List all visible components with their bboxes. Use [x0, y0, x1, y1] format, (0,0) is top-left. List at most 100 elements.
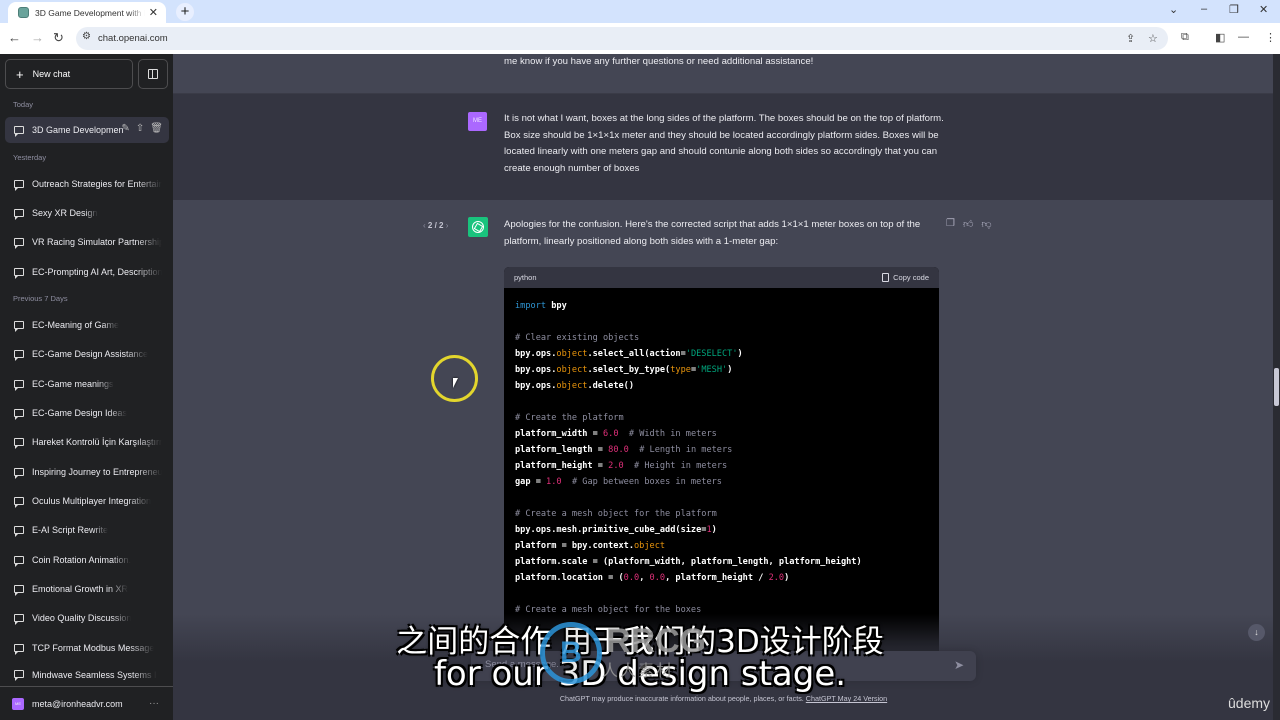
- code-line: bpy.ops.object.delete(): [515, 381, 635, 391]
- share-icon[interactable]: ⇧: [136, 123, 144, 134]
- sidebar-chat-item[interactable]: Sexy XR Design: [5, 200, 169, 226]
- edit-pencil-icon[interactable]: ✎: [122, 123, 130, 134]
- sidebar-chat-item[interactable]: EC-Game Design Assistance: [5, 341, 169, 367]
- clipboard-icon: [882, 273, 890, 282]
- sidebar-chat-item[interactable]: EC-Meaning of Game: [5, 312, 169, 338]
- new-chat-label: New chat: [32, 69, 71, 79]
- close-tab-icon[interactable]: ✕: [149, 6, 158, 19]
- chat-bubble-icon: [14, 526, 24, 537]
- url-text[interactable]: chat.openai.com: [98, 33, 168, 44]
- next-response-icon[interactable]: ›: [446, 221, 449, 230]
- close-window-icon[interactable]: ✕: [1259, 3, 1268, 16]
- sidebar-chat-item[interactable]: Hareket Kontrolü İçin Karşılaştırma: [5, 429, 169, 455]
- collapse-sidebar-button[interactable]: [138, 59, 168, 89]
- sidebar-chat-item[interactable]: Inspiring Journey to Entrepreneurship: [5, 459, 169, 485]
- message-actions: ❐ 👍︎ 👎︎: [946, 218, 992, 230]
- plus-icon: +: [16, 66, 24, 82]
- bookmark-star-icon[interactable]: ☆: [1148, 32, 1158, 45]
- sidebar-chat-item-active[interactable]: 3D Game Development with Blender ✎ ⇧ 🗑: [5, 117, 169, 143]
- chat-bubble-icon: [14, 438, 24, 449]
- site-info-icon[interactable]: ⚙: [82, 31, 91, 42]
- extensions-icon[interactable]: ⧉: [1181, 31, 1189, 44]
- code-line: platform = bpy.context.object: [515, 541, 666, 551]
- scrollbar-thumb[interactable]: [1274, 368, 1279, 406]
- sidebar-chat-item[interactable]: Coin Rotation Animation.: [5, 547, 169, 573]
- new-chat-button[interactable]: + New chat: [5, 59, 133, 89]
- code-line: # Create a mesh object for the platform: [515, 509, 717, 519]
- chat-label: VR Racing Simulator Partnership: [32, 237, 162, 247]
- prev-response-icon[interactable]: ‹: [423, 221, 426, 230]
- chat-bubble-icon: [14, 268, 24, 279]
- section-label-yesterday: Yesterday: [13, 153, 47, 162]
- message-text: me know if you have any further question…: [504, 56, 814, 67]
- browser-menu-icon[interactable]: ⋮: [1265, 31, 1276, 44]
- watermark-text: RRCG: [606, 622, 707, 660]
- code-block: python Copy code import bpy # Clear exis…: [504, 267, 939, 667]
- openai-logo-icon: [472, 221, 484, 233]
- chat-bubble-icon: [14, 126, 24, 137]
- user-avatar: ME: [12, 697, 24, 710]
- mouse-cursor-icon: [453, 378, 461, 388]
- chat-label: EC-Game Design Ideas: [32, 408, 128, 418]
- assistant-message-text: Apologies for the confusion. Here's the …: [504, 219, 921, 247]
- section-label-today: Today: [13, 100, 34, 109]
- version-link[interactable]: ChatGPT May 24 Version: [806, 694, 887, 703]
- disclaimer-text: ChatGPT may produce inaccurate informati…: [559, 694, 804, 703]
- chat-bubble-icon: [14, 209, 24, 220]
- chat-label: Oculus Multiplayer Integration: [32, 496, 152, 506]
- user-message-text: It is not what I want, boxes at the long…: [504, 113, 944, 174]
- chat-label: Outreach Strategies for Entertainment: [32, 179, 162, 189]
- watermark-logo-icon: B: [540, 622, 602, 684]
- user-avatar: ME: [468, 112, 487, 131]
- reload-icon[interactable]: ↻: [53, 30, 64, 46]
- url-bar[interactable]: ⚙ chat.openai.com ⇪ ☆: [76, 27, 1168, 50]
- forward-icon[interactable]: →: [31, 30, 44, 45]
- sidebar-chat-item[interactable]: EC-Game Design Ideas: [5, 400, 169, 426]
- browser-tab[interactable]: 3D Game Development with Blender ✕: [8, 2, 166, 23]
- code-header: python Copy code: [504, 267, 939, 288]
- code-line: platform_length = 80.0 # Length in meter…: [515, 445, 733, 455]
- chat-label: Inspiring Journey to Entrepreneurship: [32, 467, 162, 477]
- new-tab-button[interactable]: +: [176, 3, 194, 21]
- sidebar-chat-item[interactable]: Emotional Growth in XR: [5, 576, 169, 602]
- chat-label: Sexy XR Design: [32, 208, 98, 218]
- pager-count: 2 / 2: [427, 221, 444, 230]
- copy-icon[interactable]: ❐: [946, 218, 955, 230]
- sidebar-chat-item[interactable]: E-AI Script Rewrite: [5, 517, 169, 543]
- chat-bubble-icon: [14, 468, 24, 479]
- address-bar-row: ← → ↻ ⚙ chat.openai.com ⇪ ☆ ⧉ ◧ — ⋮: [0, 23, 1280, 54]
- back-icon[interactable]: ←: [8, 30, 21, 45]
- disclaimer: ChatGPT may produce inaccurate informati…: [471, 694, 976, 703]
- minimize-icon[interactable]: –: [1201, 3, 1207, 15]
- watermark-subtext: 人人素材: [602, 663, 675, 680]
- more-options-icon[interactable]: ···: [149, 698, 159, 709]
- copy-code-label: Copy code: [893, 273, 929, 282]
- response-pager: ‹ 2 / 2 ›: [423, 221, 448, 230]
- chat-label: 3D Game Development with Blender: [32, 125, 124, 135]
- chat-bubble-icon: [14, 497, 24, 508]
- sidebar-chat-item[interactable]: VR Racing Simulator Partnership: [5, 229, 169, 255]
- tab-search-icon[interactable]: ⌄: [1169, 3, 1178, 16]
- profile-icon[interactable]: —: [1238, 31, 1249, 43]
- user-email: meta@ironheadvr.com: [32, 698, 123, 709]
- code-line: platform.scale = (platform_width, platfo…: [515, 557, 862, 567]
- code-line: bpy.ops.object.select_by_type(type='MESH…: [515, 365, 733, 375]
- sidebar-chat-item[interactable]: Oculus Multiplayer Integration: [5, 488, 169, 514]
- chat-bubble-icon: [14, 180, 24, 191]
- restore-icon[interactable]: ❐: [1229, 3, 1239, 16]
- trash-icon[interactable]: 🗑: [150, 123, 163, 134]
- sidebar-chat-item[interactable]: Outreach Strategies for Entertainment: [5, 171, 169, 197]
- share-icon[interactable]: ⇪: [1126, 32, 1135, 45]
- chat-bubble-icon: [14, 409, 24, 420]
- sidebar-chat-item[interactable]: EC-Prompting AI Art, Description: [5, 259, 169, 285]
- chat-label: EC-Game meanings: [32, 379, 114, 389]
- chat-bubble-icon: [14, 556, 24, 567]
- code-line: platform.location = (0.0, 0.0, platform_…: [515, 573, 790, 583]
- side-panel-icon[interactable]: ◧: [1215, 31, 1225, 44]
- thumbs-up-icon[interactable]: 👍︎: [963, 218, 973, 230]
- chat-label: Emotional Growth in XR: [32, 584, 129, 594]
- tab-title: 3D Game Development with Blender: [35, 7, 145, 18]
- thumbs-down-icon[interactable]: 👎︎: [981, 218, 991, 230]
- copy-code-button[interactable]: Copy code: [882, 273, 929, 282]
- sidebar-chat-item[interactable]: EC-Game meanings: [5, 371, 169, 397]
